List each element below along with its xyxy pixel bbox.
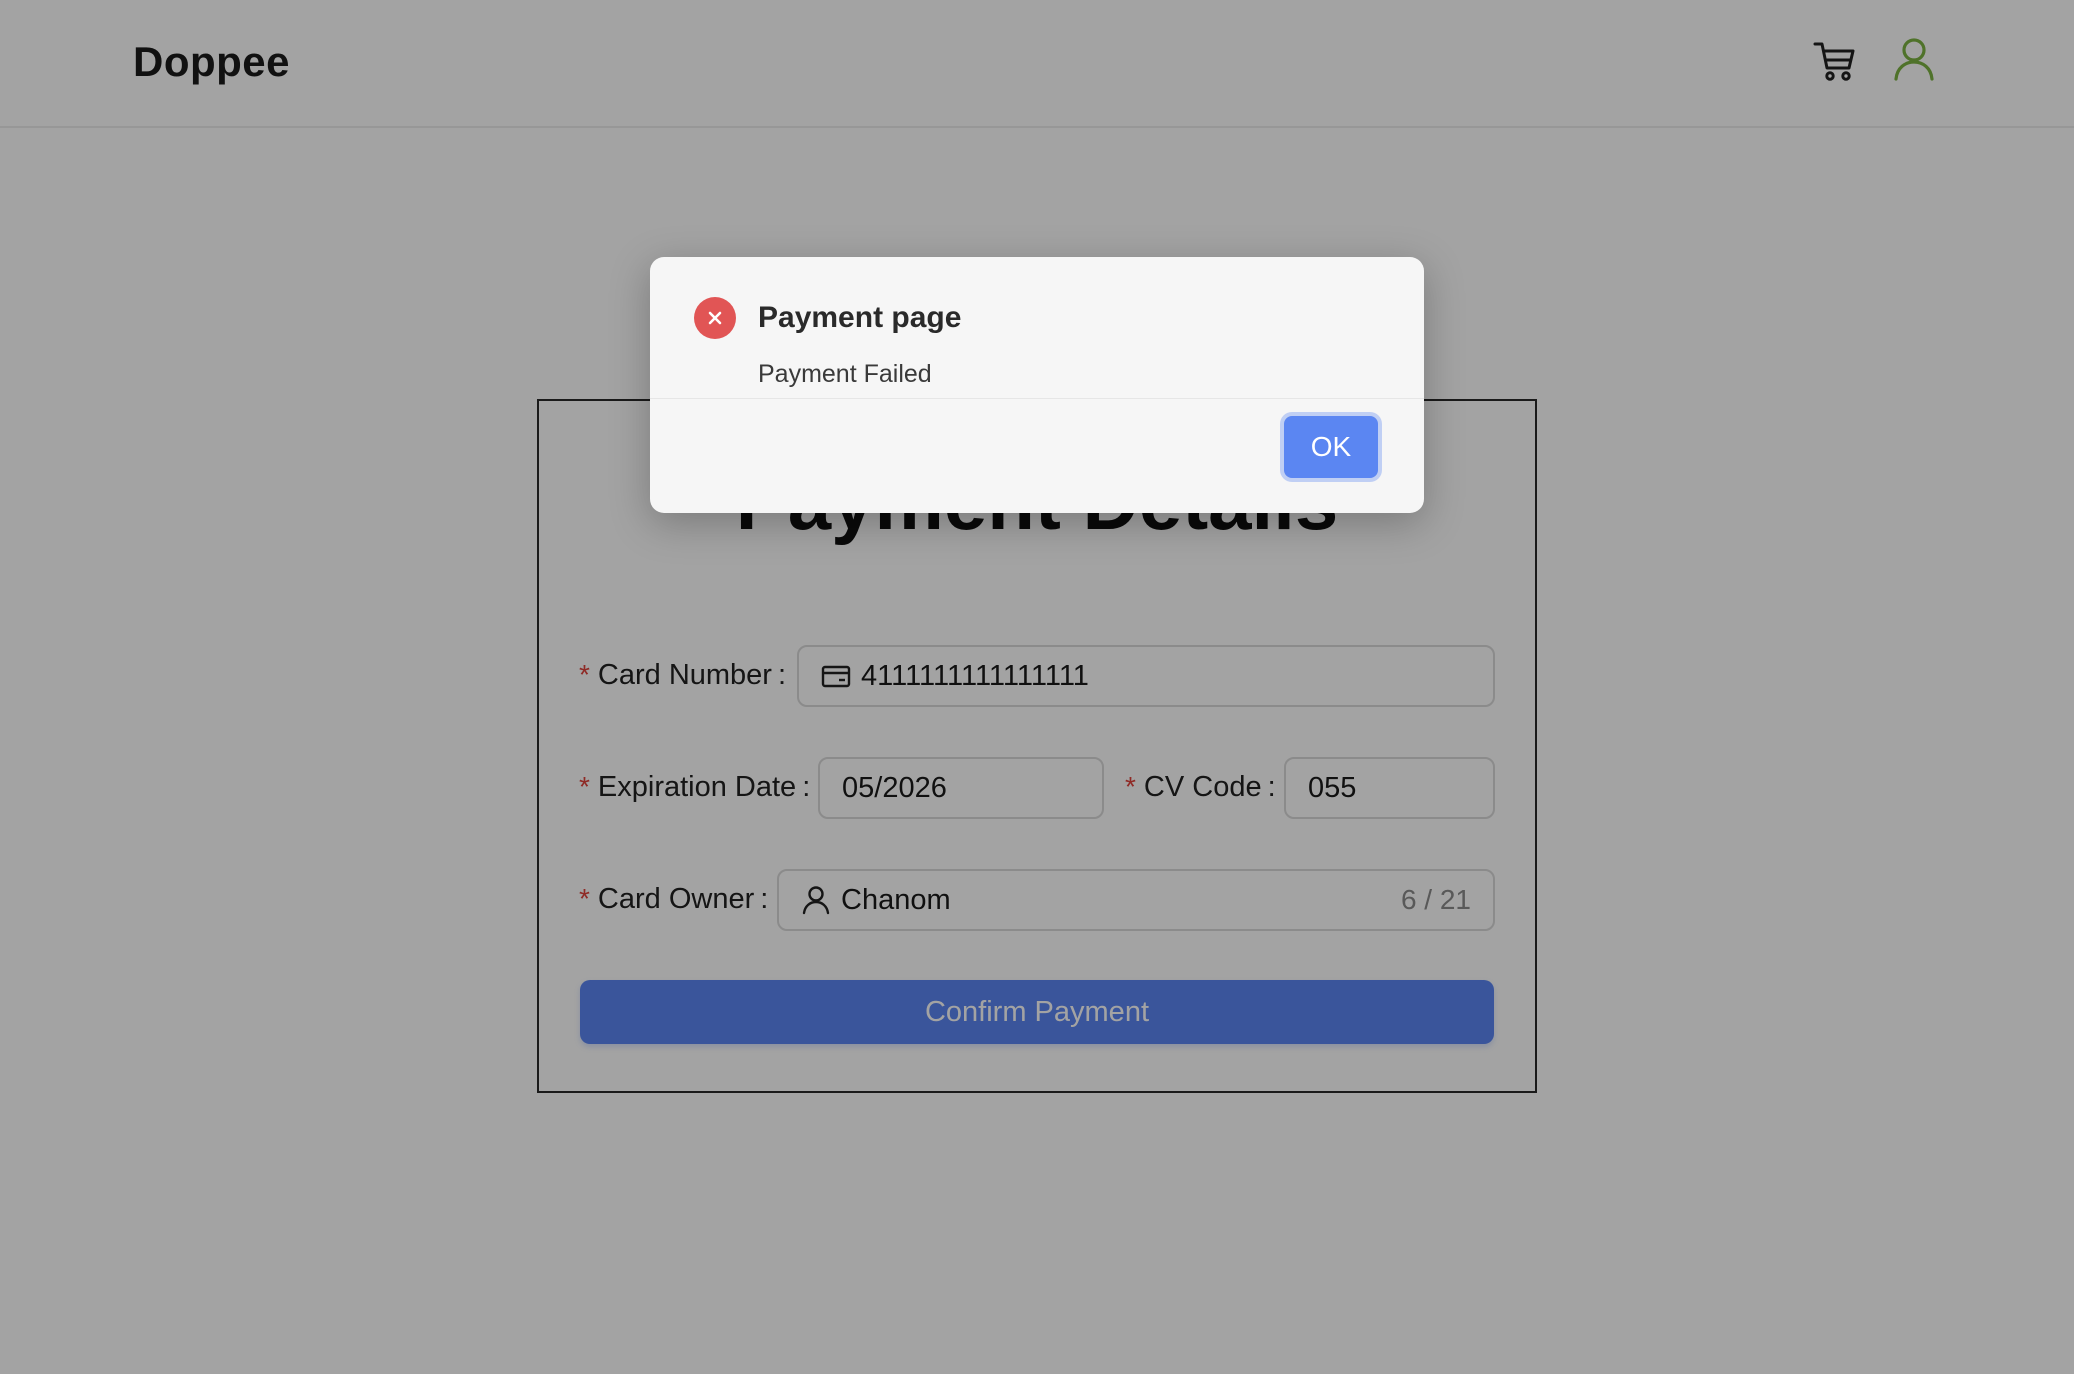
modal-title: Payment page	[758, 301, 962, 334]
error-modal: Payment page Payment Failed OK	[650, 257, 1424, 513]
modal-message: Payment Failed	[758, 360, 932, 388]
app-root: Doppee Payment Details *Card Number:	[0, 0, 2074, 1374]
modal-divider	[650, 398, 1424, 399]
error-circle-icon	[694, 297, 736, 339]
ok-button[interactable]: OK	[1284, 416, 1378, 478]
modal-overlay[interactable]	[0, 0, 2074, 1374]
